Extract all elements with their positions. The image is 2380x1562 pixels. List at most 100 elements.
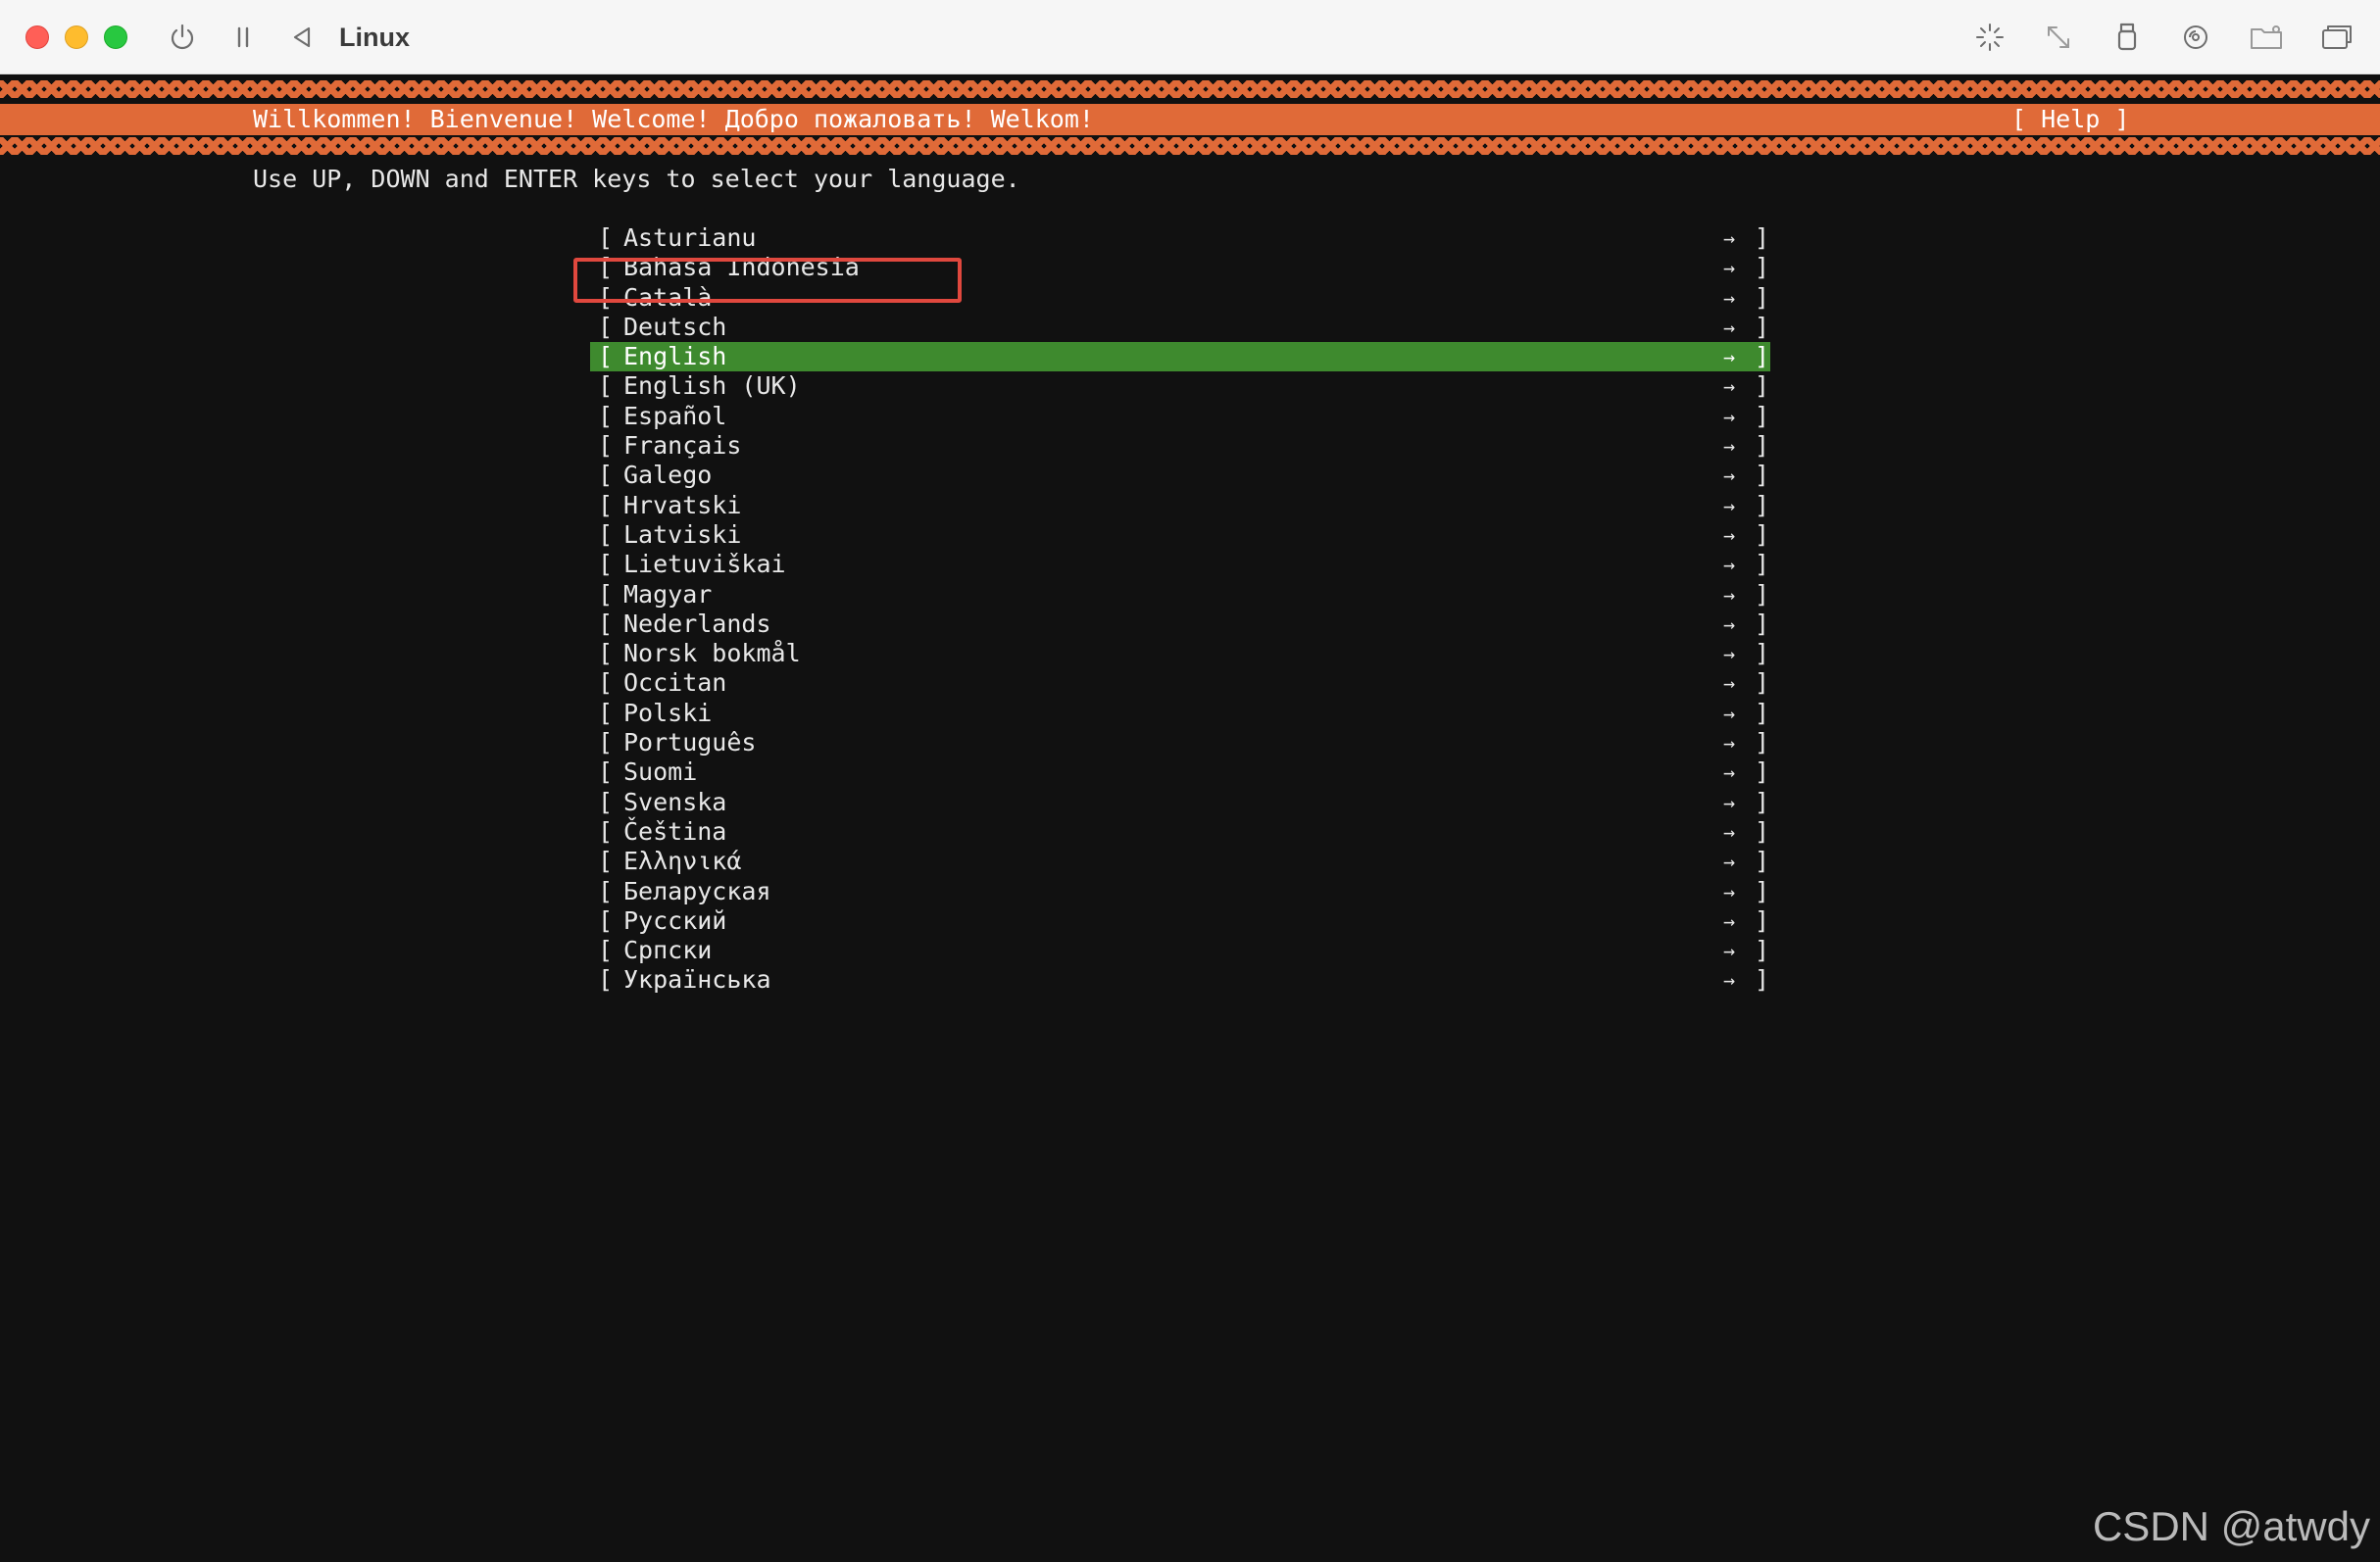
bracket-left: [ <box>598 905 614 935</box>
bracket-left: [ <box>598 253 614 282</box>
language-option[interactable]: [ English →] <box>590 342 1770 372</box>
watermark: CSDN @atwdy <box>2092 1503 2370 1549</box>
arrow-right-icon: → <box>1723 968 1736 993</box>
language-option[interactable]: [English (UK) →] <box>590 371 1770 401</box>
arrow-right-icon: → <box>1723 701 1736 725</box>
maximize-window-button[interactable] <box>104 25 127 49</box>
language-option[interactable]: [Svenska →] <box>590 788 1770 817</box>
language-option[interactable]: [Српски →] <box>590 936 1770 965</box>
language-label: Galego <box>623 461 713 490</box>
language-label: Беларуская <box>623 876 771 905</box>
bracket-left: [ <box>598 461 614 490</box>
language-option[interactable]: [Asturianu →] <box>590 223 1770 253</box>
bracket-right: ] <box>1755 847 1770 876</box>
language-option[interactable]: [Latviski →] <box>590 520 1770 550</box>
language-option[interactable]: [Català →] <box>590 283 1770 313</box>
language-option[interactable]: [Русский →] <box>590 906 1770 936</box>
language-option[interactable]: [Ελληνικά →] <box>590 847 1770 876</box>
bracket-right: ] <box>1755 223 1770 252</box>
bracket-left: [ <box>598 847 614 876</box>
arrow-right-icon: → <box>1723 879 1736 903</box>
bracket-left: [ <box>598 816 614 846</box>
language-option[interactable]: [Lietuviškai →] <box>590 550 1770 579</box>
bracket-left: [ <box>598 490 614 519</box>
bracket-left: [ <box>598 698 614 727</box>
bracket-left: [ <box>598 965 614 995</box>
language-label: Magyar <box>623 579 713 609</box>
language-label: Latviski <box>623 519 742 549</box>
bracket-left: [ <box>598 550 614 579</box>
language-label: Asturianu <box>623 223 757 252</box>
language-option[interactable]: [Українська →] <box>590 965 1770 995</box>
arrow-right-icon: → <box>1723 939 1736 963</box>
bracket-right: ] <box>1755 312 1770 341</box>
language-option[interactable]: [Norsk bokmål →] <box>590 639 1770 668</box>
bracket-right: ] <box>1755 253 1770 282</box>
power-icon[interactable] <box>163 18 202 57</box>
language-label: Čeština <box>623 816 727 846</box>
arrow-right-icon: → <box>1723 731 1736 756</box>
language-label: Hrvatski <box>623 490 742 519</box>
welcome-text: Willkommen! Bienvenue! Welcome! Добро по… <box>253 105 1094 133</box>
language-label: Српски <box>623 936 713 965</box>
bracket-left: [ <box>598 668 614 698</box>
language-option[interactable]: [Français →] <box>590 431 1770 461</box>
bracket-right: ] <box>1755 461 1770 490</box>
language-option[interactable]: [Polski →] <box>590 699 1770 728</box>
language-option[interactable]: [Čeština →] <box>590 817 1770 847</box>
bracket-right: ] <box>1755 698 1770 727</box>
bracket-left: [ <box>598 342 614 371</box>
bracket-right: ] <box>1755 490 1770 519</box>
minimize-window-button[interactable] <box>65 25 88 49</box>
arrow-right-icon: → <box>1723 671 1736 696</box>
arrow-right-icon: → <box>1723 493 1736 517</box>
pause-icon[interactable] <box>225 18 261 57</box>
bracket-left: [ <box>598 876 614 905</box>
language-option[interactable]: [Беларуская →] <box>590 877 1770 906</box>
language-option[interactable]: [Galego →] <box>590 461 1770 490</box>
shared-folder-icon[interactable] <box>2245 18 2288 57</box>
language-option[interactable]: [Deutsch →] <box>590 313 1770 342</box>
help-button[interactable]: [ Help ] <box>2011 104 2129 135</box>
arrow-right-icon: → <box>1723 908 1736 933</box>
language-label: Català <box>623 282 713 312</box>
disc-icon[interactable] <box>2176 18 2215 57</box>
usb-icon[interactable] <box>2107 18 2147 57</box>
arrow-right-icon: → <box>1723 582 1736 607</box>
arrow-right-icon: → <box>1723 315 1736 339</box>
arrow-right-icon: → <box>1723 345 1736 369</box>
language-option[interactable]: [Nederlands →] <box>590 610 1770 639</box>
language-option[interactable]: [Magyar →] <box>590 580 1770 610</box>
vm-window: Linux Willkommen! Bienvenue! Welcome! До… <box>0 0 2380 1562</box>
language-list: [Asturianu →] [Bahasa Indonesia →] [Català →]… <box>590 223 1770 996</box>
language-option[interactable]: [Suomi →] <box>590 757 1770 787</box>
back-icon[interactable] <box>282 18 322 57</box>
language-option[interactable]: [Español →] <box>590 402 1770 431</box>
cursor-capture-icon[interactable] <box>1970 18 2009 57</box>
bracket-left: [ <box>598 371 614 401</box>
close-window-button[interactable] <box>25 25 49 49</box>
bracket-right: ] <box>1755 401 1770 430</box>
language-label: Українська <box>623 965 771 995</box>
bracket-right: ] <box>1755 550 1770 579</box>
bracket-right: ] <box>1755 342 1770 371</box>
window-title: Linux <box>339 23 410 52</box>
bracket-right: ] <box>1755 579 1770 609</box>
language-label: English <box>623 342 727 371</box>
language-option[interactable]: [Bahasa Indonesia →] <box>590 253 1770 282</box>
resize-icon[interactable] <box>2039 18 2078 57</box>
arrow-right-icon: → <box>1723 760 1736 785</box>
arrow-right-icon: → <box>1723 374 1736 399</box>
arrow-right-icon: → <box>1723 256 1736 280</box>
bracket-right: ] <box>1755 371 1770 401</box>
bracket-left: [ <box>598 639 614 668</box>
display-icon[interactable] <box>2315 18 2358 57</box>
language-option[interactable]: [ Hrvatski →] <box>590 491 1770 520</box>
bracket-right: ] <box>1755 787 1770 816</box>
welcome-header: Willkommen! Bienvenue! Welcome! Добро по… <box>0 104 2380 135</box>
language-option[interactable]: [Occitan →] <box>590 668 1770 698</box>
arrow-right-icon: → <box>1723 642 1736 666</box>
arrow-right-icon: → <box>1723 611 1736 636</box>
language-option[interactable]: [Português →] <box>590 728 1770 757</box>
arrow-right-icon: → <box>1723 285 1736 310</box>
